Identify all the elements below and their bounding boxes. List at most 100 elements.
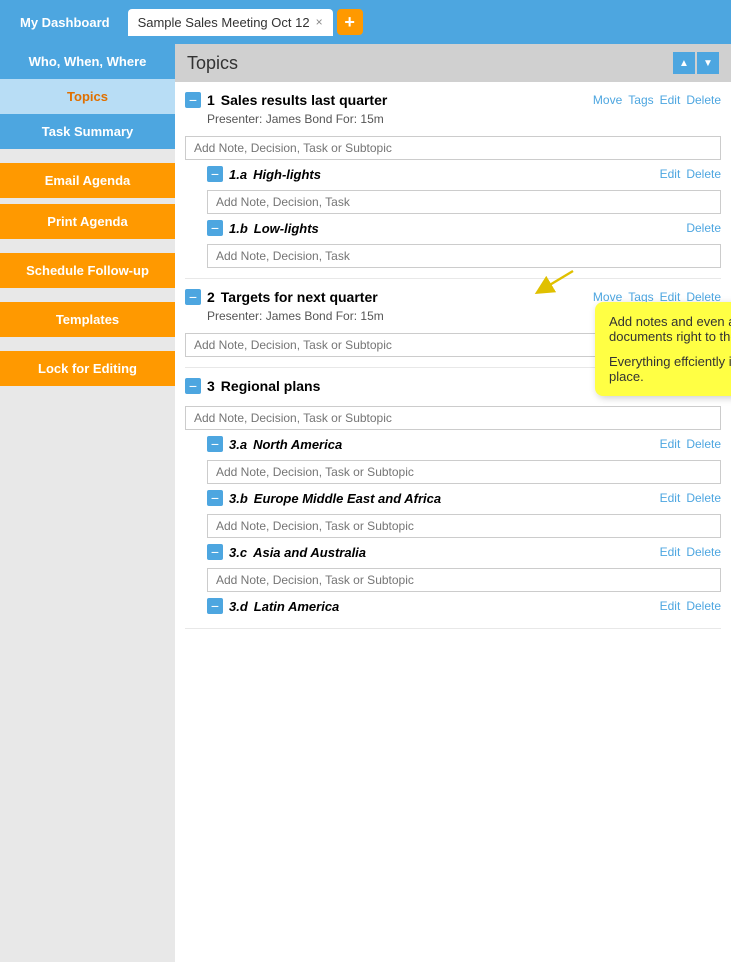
- subtopic-3b-collapse[interactable]: −: [207, 490, 223, 506]
- topic-1-actions: Move Tags Edit Delete: [593, 93, 721, 107]
- subtopic-1a-add-note[interactable]: [207, 190, 721, 214]
- sidebar-templates[interactable]: Templates: [0, 302, 175, 337]
- topic-1-collapse[interactable]: −: [185, 92, 201, 108]
- subtopic-3c-add-note[interactable]: [207, 568, 721, 592]
- subtopic-1b-actions: Delete: [686, 221, 721, 235]
- tooltip-line2: Everything effciently in one place.: [609, 354, 731, 384]
- subtopic-3b-left: − 3.b Europe Middle East and Africa: [207, 490, 441, 506]
- subtopic-3c-edit[interactable]: Edit: [660, 545, 681, 559]
- subtopic-3a-num: 3.a: [229, 437, 247, 452]
- topics-down-arrow[interactable]: ▼: [697, 52, 719, 74]
- sidebar-schedule-followup[interactable]: Schedule Follow-up: [0, 253, 175, 288]
- subtopic-3c-title: Asia and Australia: [253, 545, 366, 560]
- subtopic-1b: − 1.b Low-lights Delete: [207, 220, 721, 268]
- subtopic-3d-delete[interactable]: Delete: [686, 599, 721, 613]
- subtopic-1b-title: Low-lights: [254, 221, 319, 236]
- tab-bar: My Dashboard Sample Sales Meeting Oct 12…: [0, 0, 731, 44]
- sidebar-lock-for-editing[interactable]: Lock for Editing: [0, 351, 175, 386]
- topic-1-left: − 1 Sales results last quarter: [185, 92, 387, 108]
- topics-up-arrow[interactable]: ▲: [673, 52, 695, 74]
- subtopic-3a-delete[interactable]: Delete: [686, 437, 721, 451]
- topic-3-left: − 3 Regional plans: [185, 378, 320, 394]
- subtopic-3a-row: − 3.a North America Edit Delete: [207, 436, 721, 452]
- subtopic-3c-collapse[interactable]: −: [207, 544, 223, 560]
- subtopic-1b-collapse[interactable]: −: [207, 220, 223, 236]
- subtopic-3c: − 3.c Asia and Australia Edit Delete: [207, 544, 721, 592]
- subtopic-3c-actions: Edit Delete: [660, 545, 721, 559]
- topic-2-left: − 2 Targets for next quarter: [185, 289, 378, 305]
- subtopic-1a-delete[interactable]: Delete: [686, 167, 721, 181]
- subtopic-3d-actions: Edit Delete: [660, 599, 721, 613]
- subtopic-1b-num: 1.b: [229, 221, 248, 236]
- tooltip-line1: Add notes and even attach documents righ…: [609, 314, 731, 344]
- topic-1-edit[interactable]: Edit: [660, 93, 681, 107]
- subtopic-3a-collapse[interactable]: −: [207, 436, 223, 452]
- sidebar: Who, When, Where Topics Task Summary Ema…: [0, 44, 175, 962]
- subtopic-3d-left: − 3.d Latin America: [207, 598, 339, 614]
- subtopic-1b-delete[interactable]: Delete: [686, 221, 721, 235]
- subtopic-3d-edit[interactable]: Edit: [660, 599, 681, 613]
- subtopic-1b-left: − 1.b Low-lights: [207, 220, 319, 236]
- add-tab-button[interactable]: +: [337, 9, 363, 35]
- sidebar-task-summary[interactable]: Task Summary: [0, 114, 175, 149]
- topic-1-row: − 1 Sales results last quarter Move Tags…: [185, 92, 721, 108]
- subtopic-3c-num: 3.c: [229, 545, 247, 560]
- subtopic-1b-row: − 1.b Low-lights Delete: [207, 220, 721, 236]
- subtopic-3d-num: 3.d: [229, 599, 248, 614]
- topic-2-collapse[interactable]: −: [185, 289, 201, 305]
- topic-3-collapse[interactable]: −: [185, 378, 201, 394]
- topics-content-wrapper: − 1 Sales results last quarter Move Tags…: [175, 82, 731, 629]
- subtopic-3a-add-note[interactable]: [207, 460, 721, 484]
- main-layout: Who, When, Where Topics Task Summary Ema…: [0, 44, 731, 962]
- subtopic-1a-num: 1.a: [229, 167, 247, 182]
- subtopic-3d-collapse[interactable]: −: [207, 598, 223, 614]
- topic-1-delete[interactable]: Delete: [686, 93, 721, 107]
- tooltip: Add notes and even attach documents righ…: [595, 302, 731, 396]
- topic-1-title: Sales results last quarter: [221, 92, 388, 108]
- topic-2-number: 2: [207, 289, 215, 305]
- subtopic-3c-row: − 3.c Asia and Australia Edit Delete: [207, 544, 721, 560]
- topic-3: − 3 Regional plans Move Edit Delete: [185, 368, 721, 629]
- topic-2-title: Targets for next quarter: [221, 289, 378, 305]
- topic-1-tags[interactable]: Tags: [628, 93, 653, 107]
- sidebar-who-when-where[interactable]: Who, When, Where: [0, 44, 175, 79]
- subtopic-1a-collapse[interactable]: −: [207, 166, 223, 182]
- subtopic-3a-title: North America: [253, 437, 342, 452]
- sidebar-email-agenda[interactable]: Email Agenda: [0, 163, 175, 198]
- subtopic-1a-edit[interactable]: Edit: [660, 167, 681, 181]
- topics-arrows: ▲ ▼: [673, 52, 719, 74]
- tooltip-arrow-icon: [533, 265, 583, 295]
- subtopic-3b: − 3.b Europe Middle East and Africa Edit…: [207, 490, 721, 538]
- subtopic-1a-actions: Edit Delete: [660, 167, 721, 181]
- subtopic-3b-row: − 3.b Europe Middle East and Africa Edit…: [207, 490, 721, 506]
- subtopic-3a: − 3.a North America Edit Delete: [207, 436, 721, 484]
- subtopic-3a-left: − 3.a North America: [207, 436, 342, 452]
- topic-1-add-note[interactable]: [185, 136, 721, 160]
- topic-3-number: 3: [207, 378, 215, 394]
- topics-header: Topics ▲ ▼: [175, 44, 731, 82]
- subtopic-3a-actions: Edit Delete: [660, 437, 721, 451]
- tab-dashboard[interactable]: My Dashboard: [6, 9, 124, 36]
- topics-title: Topics: [187, 53, 238, 74]
- subtopic-3b-title: Europe Middle East and Africa: [254, 491, 441, 506]
- subtopic-3c-left: − 3.c Asia and Australia: [207, 544, 366, 560]
- tab-close-icon[interactable]: ×: [316, 15, 323, 29]
- topic-1-move[interactable]: Move: [593, 93, 622, 107]
- subtopic-3b-add-note[interactable]: [207, 514, 721, 538]
- sidebar-print-agenda[interactable]: Print Agenda: [0, 204, 175, 239]
- subtopic-1b-add-note[interactable]: [207, 244, 721, 268]
- active-tab-label: Sample Sales Meeting Oct 12: [138, 15, 310, 30]
- subtopic-3b-edit[interactable]: Edit: [660, 491, 681, 505]
- topic-3-add-note[interactable]: [185, 406, 721, 430]
- subtopic-3a-edit[interactable]: Edit: [660, 437, 681, 451]
- topic-1-presenter: Presenter: James Bond For: 15m: [207, 112, 721, 126]
- subtopic-3b-actions: Edit Delete: [660, 491, 721, 505]
- topic-3-title: Regional plans: [221, 378, 321, 394]
- subtopic-1a: − 1.a High-lights Edit Delete: [207, 166, 721, 214]
- subtopic-3b-delete[interactable]: Delete: [686, 491, 721, 505]
- tab-active[interactable]: Sample Sales Meeting Oct 12 ×: [128, 9, 333, 36]
- subtopic-3d-row: − 3.d Latin America Edit Delete: [207, 598, 721, 614]
- topic-1: − 1 Sales results last quarter Move Tags…: [185, 82, 721, 279]
- subtopic-3c-delete[interactable]: Delete: [686, 545, 721, 559]
- sidebar-topics[interactable]: Topics: [0, 79, 175, 114]
